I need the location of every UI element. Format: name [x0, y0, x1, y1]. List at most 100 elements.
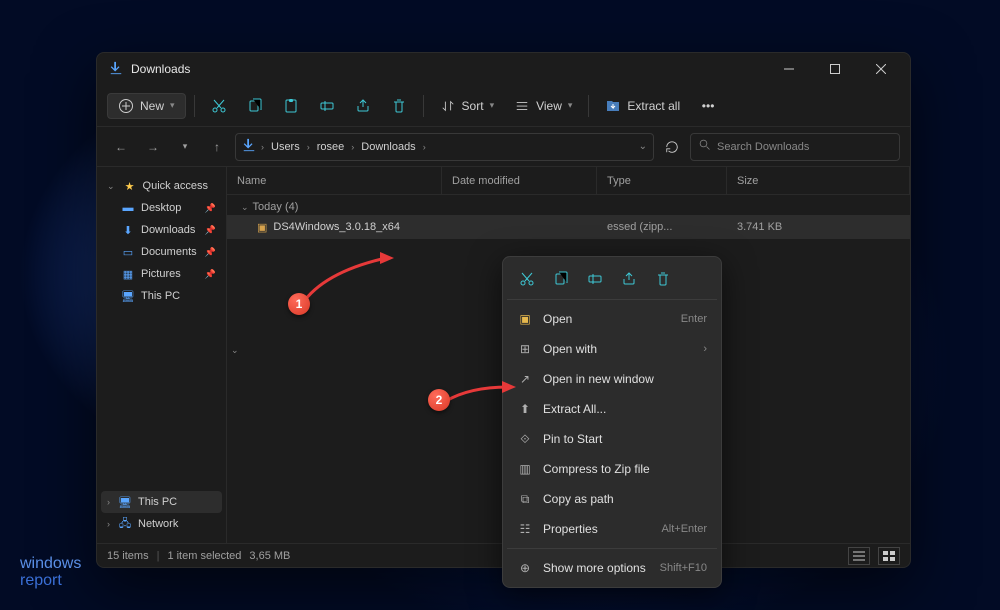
maximize-button[interactable] — [812, 53, 858, 85]
chevron-down-icon: ▾ — [568, 100, 573, 111]
address-bar[interactable]: › Users › rosee › Downloads › ⌄ — [235, 133, 654, 161]
sidebar-item-label: This PC — [141, 290, 216, 302]
network-icon: 🖧 — [118, 517, 132, 531]
cut-button[interactable] — [203, 93, 235, 119]
annotation-arrow-1 — [294, 252, 404, 312]
file-type: essed (zipp... — [597, 221, 727, 233]
delete-icon — [391, 98, 407, 114]
thispc-icon: 🖥 — [121, 289, 135, 303]
zip-icon: ▣ — [257, 221, 267, 234]
search-input[interactable]: Search Downloads — [690, 133, 900, 161]
ctx-rename-button[interactable] — [579, 265, 611, 293]
up-button[interactable]: ↑ — [203, 133, 231, 161]
share-button[interactable] — [347, 93, 379, 119]
downloads-icon — [109, 61, 123, 78]
separator — [194, 95, 195, 117]
delete-button[interactable] — [383, 93, 415, 119]
sidebar-item-desktop[interactable]: ▬Desktop📌 — [101, 197, 222, 219]
pin-icon: 📌 — [205, 247, 216, 258]
chevron-down-icon[interactable]: ⌄ — [639, 141, 647, 152]
view-button[interactable]: View ▾ — [506, 93, 580, 119]
column-date[interactable]: Date modified — [442, 167, 597, 194]
column-name[interactable]: Name — [227, 167, 442, 194]
sort-icon — [440, 98, 456, 114]
column-size[interactable]: Size — [727, 167, 910, 194]
status-size: 3,65 MB — [249, 550, 290, 562]
sidebar-item-label: Desktop — [141, 202, 199, 214]
extract-all-button[interactable]: Extract all — [597, 93, 688, 119]
ctx-compress[interactable]: ▥Compress to Zip file — [507, 454, 717, 484]
ctx-copy-path[interactable]: ⧉Copy as path — [507, 484, 717, 514]
downloads-icon — [242, 138, 256, 155]
separator — [588, 95, 589, 117]
ctx-new-window[interactable]: ↗Open in new window — [507, 364, 717, 394]
copy-button[interactable] — [239, 93, 271, 119]
cut-icon — [211, 98, 227, 114]
sidebar-item-downloads[interactable]: ⬇Downloads📌 — [101, 219, 222, 241]
forward-button[interactable]: → — [139, 133, 167, 161]
pin-icon: 📌 — [205, 225, 216, 236]
ctx-open[interactable]: ▣OpenEnter — [507, 304, 717, 334]
paste-icon — [283, 98, 299, 114]
file-size: 3.741 KB — [727, 221, 910, 233]
openwith-icon: ⊞ — [517, 341, 533, 357]
ctx-open-with[interactable]: ⊞Open with› — [507, 334, 717, 364]
sidebar-item-pictures[interactable]: ▦Pictures📌 — [101, 263, 222, 285]
open-icon: ▣ — [517, 311, 533, 327]
ctx-properties[interactable]: ☷PropertiesAlt+Enter — [507, 514, 717, 544]
recent-button[interactable]: ▾ — [171, 133, 199, 161]
pictures-icon: ▦ — [121, 267, 135, 281]
thumbnails-view-button[interactable] — [878, 547, 900, 565]
minimize-button[interactable] — [766, 53, 812, 85]
ctx-share-button[interactable] — [613, 265, 645, 293]
sidebar-item-label: Pictures — [141, 268, 199, 280]
ctx-more-options[interactable]: ⊕Show more optionsShift+F10 — [507, 553, 717, 583]
chevron-right-icon: › — [107, 519, 110, 529]
sidebar-item-documents[interactable]: ▭Documents📌 — [101, 241, 222, 263]
sidebar-network[interactable]: ›🖧Network — [101, 513, 222, 535]
plus-circle-icon — [118, 98, 134, 114]
close-button[interactable] — [858, 53, 904, 85]
chevron-down-icon: ⌄ — [107, 181, 115, 192]
extract-label: Extract all — [627, 99, 680, 113]
column-headers: Name Date modified Type Size — [227, 167, 910, 195]
star-icon: ★ — [123, 179, 137, 193]
sort-button[interactable]: Sort ▾ — [432, 93, 503, 119]
status-selected: 1 item selected — [167, 550, 241, 562]
ctx-delete-button[interactable] — [647, 265, 679, 293]
ctx-copy-button[interactable] — [545, 265, 577, 293]
breadcrumb-segment[interactable]: Downloads — [359, 141, 417, 153]
breadcrumb-segment[interactable]: rosee — [315, 141, 347, 153]
details-view-button[interactable] — [848, 547, 870, 565]
breadcrumb-chevron: › — [304, 142, 313, 152]
refresh-button[interactable] — [658, 133, 686, 161]
share-icon — [355, 98, 371, 114]
breadcrumb-chevron: › — [258, 142, 267, 152]
rename-icon — [319, 98, 335, 114]
more-button[interactable]: ••• — [692, 93, 724, 119]
copypath-icon: ⧉ — [517, 491, 533, 507]
group-header[interactable]: ⌄Today (4) — [227, 195, 910, 215]
properties-icon: ☷ — [517, 521, 533, 537]
sidebar-thispc[interactable]: ›🖥This PC — [101, 491, 222, 513]
sidebar-quick-access[interactable]: ⌄ ★ Quick access — [101, 175, 222, 197]
sidebar-item-thispc[interactable]: 🖥 This PC — [101, 285, 222, 307]
ctx-extract-all[interactable]: ⬆Extract All... — [507, 394, 717, 424]
column-type[interactable]: Type — [597, 167, 727, 194]
annotation-arrow-2 — [440, 379, 520, 409]
chevron-down-icon: ▾ — [490, 100, 495, 111]
sidebar-label: This PC — [138, 496, 216, 508]
new-button[interactable]: New ▾ — [107, 93, 186, 119]
sidebar-item-label: Documents — [141, 246, 199, 258]
ctx-cut-button[interactable] — [511, 265, 543, 293]
breadcrumb-chevron: › — [420, 142, 429, 152]
file-row[interactable]: ▣DS4Windows_3.0.18_x64 essed (zipp... 3.… — [227, 215, 910, 239]
ctx-pin-start[interactable]: ⟐Pin to Start — [507, 424, 717, 454]
back-button[interactable]: ← — [107, 133, 135, 161]
breadcrumb-segment[interactable]: Users — [269, 141, 302, 153]
paste-button[interactable] — [275, 93, 307, 119]
context-quickactions — [507, 261, 717, 300]
window-title: Downloads — [131, 62, 766, 76]
downloads-icon: ⬇ — [121, 223, 135, 237]
rename-button[interactable] — [311, 93, 343, 119]
